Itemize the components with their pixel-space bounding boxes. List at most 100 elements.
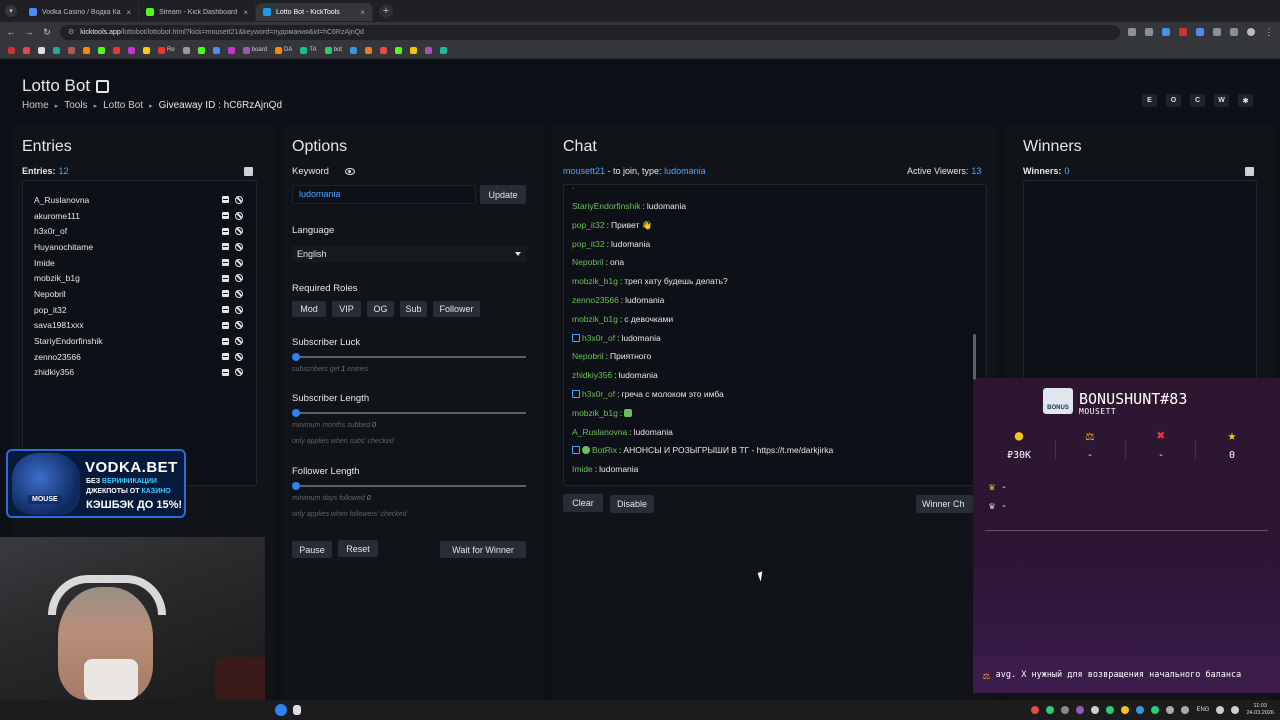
extension-icon[interactable] [1128,28,1136,36]
app-icon[interactable] [293,705,301,715]
bookmark-item[interactable] [378,46,389,54]
tab-search-icon[interactable]: ▾ [5,5,17,17]
remove-entry-icon[interactable] [222,337,229,345]
site-info-icon[interactable]: ⚙ [68,28,74,36]
chat-scrollbar[interactable] [973,334,976,380]
tray-icon[interactable] [1076,706,1085,714]
bookmark-item[interactable] [348,46,359,54]
chat-username[interactable]: StariyEndorfinshik [572,201,641,211]
bookmark-item[interactable] [196,46,207,54]
wait-for-winner-button[interactable]: Wait for Winner [440,541,526,558]
browser-tab[interactable]: Stream - Kick Dashboard × [139,3,256,21]
keyword-input[interactable]: ludomania [292,185,476,204]
remove-entry-icon[interactable] [222,259,229,267]
back-icon[interactable]: ← [6,27,16,37]
bookmark-item[interactable]: TA [298,46,318,54]
winner-chat-button[interactable]: Winner Ch [916,495,974,513]
chat-username[interactable]: zhidkiy356 [572,370,612,380]
chat-username[interactable]: pop_it32 [572,239,605,249]
breadcrumb-home[interactable]: Home [22,100,49,111]
extension-icon[interactable] [1196,28,1204,36]
copy-icon[interactable] [96,79,110,93]
tray-icon[interactable] [1106,706,1115,714]
bookmark-item[interactable] [363,46,374,54]
copy-winners-icon[interactable] [1245,167,1254,176]
bookmark-item[interactable] [51,46,62,54]
tray-icon[interactable] [1046,706,1055,714]
chat-username[interactable]: mobzik_b1g [572,276,618,286]
tray-icon[interactable] [1091,706,1100,714]
ban-user-icon[interactable] [235,227,243,236]
extension-icon[interactable] [1230,28,1238,36]
tool-button[interactable]: W [1214,94,1229,107]
bookmark-item[interactable] [111,46,122,54]
bookmark-item[interactable] [66,46,77,54]
chat-username[interactable]: h3x0r_of [582,333,615,343]
chat-username[interactable]: Imide [572,464,593,474]
copy-entries-icon[interactable] [244,167,253,176]
bookmark-item[interactable] [393,46,404,54]
url-field[interactable]: ⚙ kicktools.app/lottobot/lottobot.html?k… [60,24,1120,40]
remove-entry-icon[interactable] [222,368,229,376]
chat-username[interactable]: Nepobril [572,351,604,361]
clear-chat-button[interactable]: Clear [563,494,603,512]
bookmark-item[interactable] [211,46,222,54]
tray-icon[interactable] [1121,706,1130,714]
tray-icon[interactable] [1151,706,1160,714]
chat-username[interactable]: pop_it32 [572,220,605,230]
ban-user-icon[interactable] [235,368,243,377]
ban-user-icon[interactable] [235,321,243,330]
bookmark-item[interactable] [96,46,107,54]
profile-avatar-icon[interactable] [1247,28,1255,36]
subscriber-length-slider-knob[interactable] [292,409,300,417]
extension-icon[interactable] [1145,28,1153,36]
close-tab-icon[interactable]: × [360,8,365,17]
bookmark-item[interactable] [81,46,92,54]
ban-user-icon[interactable] [235,337,243,346]
reload-icon[interactable]: ↻ [42,27,52,38]
bookmark-item[interactable]: board [241,46,269,54]
remove-entry-icon[interactable] [222,212,229,220]
ban-user-icon[interactable] [235,352,243,361]
tray-icon[interactable] [1061,706,1070,714]
bookmark-item[interactable]: bot [323,46,344,54]
bookmark-item[interactable] [181,46,192,54]
browser-tab[interactable]: Lotto Bot - KickTools × [256,3,373,21]
volume-icon[interactable] [1231,706,1240,714]
ban-user-icon[interactable] [235,211,243,220]
remove-entry-icon[interactable] [222,321,229,329]
subscriber-length-slider[interactable] [294,412,526,414]
role-og-toggle[interactable]: OG [367,301,394,317]
remove-entry-icon[interactable] [222,353,229,361]
browser-tab[interactable]: Vodka Casino / Водка Казино × [22,3,139,21]
role-follower-toggle[interactable]: Follower [433,301,480,317]
remove-entry-icon[interactable] [222,196,229,204]
ban-user-icon[interactable] [235,195,243,204]
extension-icon[interactable] [1179,28,1187,36]
tool-button[interactable]: ✱ [1238,94,1253,107]
tray-icon[interactable] [1136,706,1145,714]
remove-entry-icon[interactable] [222,243,229,251]
reset-button[interactable]: Reset [338,540,378,557]
disable-chat-button[interactable]: Disable [610,495,654,513]
chat-username[interactable]: zenno23566 [572,295,619,305]
bookmark-item[interactable]: Re [156,46,177,54]
bookmark-item[interactable] [408,46,419,54]
bookmark-item[interactable] [126,46,137,54]
tray-icon[interactable] [1181,706,1190,714]
close-tab-icon[interactable]: × [243,8,248,17]
remove-entry-icon[interactable] [222,290,229,298]
role-mod-toggle[interactable]: Mod [292,301,326,317]
ban-user-icon[interactable] [235,242,243,251]
breadcrumb-lotto-bot[interactable]: Lotto Bot [103,100,143,111]
bookmark-item[interactable] [226,46,237,54]
follower-length-slider-knob[interactable] [292,482,300,490]
subscriber-luck-slider-knob[interactable] [292,353,300,361]
bookmark-item[interactable] [141,46,152,54]
chat-username[interactable]: Nepobril [572,257,604,267]
bookmark-item[interactable] [6,46,17,54]
chat-username[interactable]: mobzik_b1g [572,314,618,324]
new-tab-button[interactable]: + [379,4,393,18]
ban-user-icon[interactable] [235,289,243,298]
extension-icon[interactable] [1213,28,1221,36]
